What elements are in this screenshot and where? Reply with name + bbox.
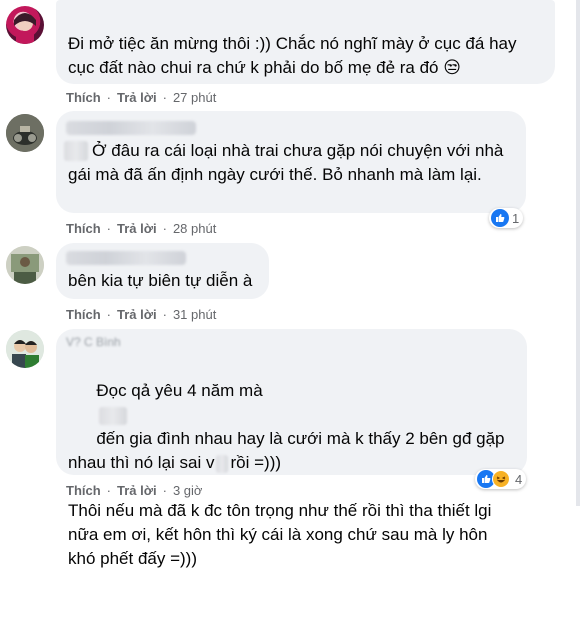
- avatar-image: [14, 13, 36, 44]
- avatar[interactable]: [6, 6, 44, 44]
- reply-link[interactable]: Trả lời: [117, 221, 157, 236]
- redacted-word: [99, 406, 128, 425]
- author-name-blurred[interactable]: [66, 121, 196, 135]
- reaction-count: 4: [515, 471, 523, 487]
- reaction-count: 1: [512, 210, 520, 226]
- reply-link[interactable]: Trả lời: [117, 90, 157, 105]
- reaction-summary[interactable]: 4: [475, 469, 527, 489]
- like-icon: [491, 209, 509, 227]
- avatar[interactable]: [6, 246, 44, 284]
- reaction-summary[interactable]: 1: [489, 208, 524, 228]
- comment-actions: Thích · Trả lời · 27 phút: [66, 90, 217, 105]
- comment-actions: Thích · Trả lời · 28 phút: [66, 221, 217, 236]
- comment-text-part-d: Thôi nếu mà đã k đc tôn trọng như thế rồ…: [68, 501, 497, 568]
- reply-link[interactable]: Trả lời: [117, 307, 157, 322]
- like-link[interactable]: Thích: [66, 221, 101, 236]
- comment-time[interactable]: 3 giờ: [173, 483, 203, 498]
- author-name-partial[interactable]: V? C Bình: [66, 335, 121, 349]
- avatar-image: [6, 114, 44, 152]
- reply-link[interactable]: Trả lời: [117, 483, 157, 498]
- comment-text-part-a: Đọc qả yêu 4 năm mà: [96, 381, 263, 400]
- like-link[interactable]: Thích: [66, 483, 101, 498]
- comment-time[interactable]: 27 phút: [173, 90, 216, 105]
- comment-bubble: Đi mở tiệc ăn mừng thôi :)) Chắc nó nghĩ…: [56, 0, 555, 84]
- avatar[interactable]: [6, 330, 44, 368]
- comment-bubble: Ở đâu ra cái loại nhà trai chưa gặp nói …: [56, 111, 526, 213]
- haha-icon: [492, 470, 510, 488]
- comment-bubble: V? C Bình Đọc qả yêu 4 năm mà đến gia đì…: [56, 329, 527, 568]
- comment-text-part-b: đến gia đình nhau hay là cưới mà k thấy …: [68, 429, 510, 472]
- author-name-blurred[interactable]: [66, 251, 186, 265]
- comment-text: Đi mở tiệc ăn mừng thôi :)) Chắc nó nghĩ…: [68, 34, 522, 77]
- comment-time[interactable]: 31 phút: [173, 307, 216, 322]
- right-divider: [576, 0, 580, 506]
- like-link[interactable]: Thích: [66, 307, 101, 322]
- comment-actions: Thích · Trả lời · 3 giờ: [66, 483, 203, 498]
- avatar-image: [6, 246, 44, 284]
- comment-time[interactable]: 28 phút: [173, 221, 216, 236]
- redacted-word: [216, 454, 229, 473]
- comment-text-part-c: rồi =))): [230, 453, 282, 472]
- comment-bubble: bên kia tự biên tự diễn à: [56, 243, 269, 299]
- comment-text: Ở đâu ra cái loại nhà trai chưa gặp nói …: [68, 141, 509, 184]
- like-link[interactable]: Thích: [66, 90, 101, 105]
- comment-text: bên kia tự biên tự diễn à: [68, 271, 253, 290]
- avatar[interactable]: [6, 114, 44, 152]
- comment-actions: Thích · Trả lời · 31 phút: [66, 307, 217, 322]
- avatar-image: [6, 330, 44, 368]
